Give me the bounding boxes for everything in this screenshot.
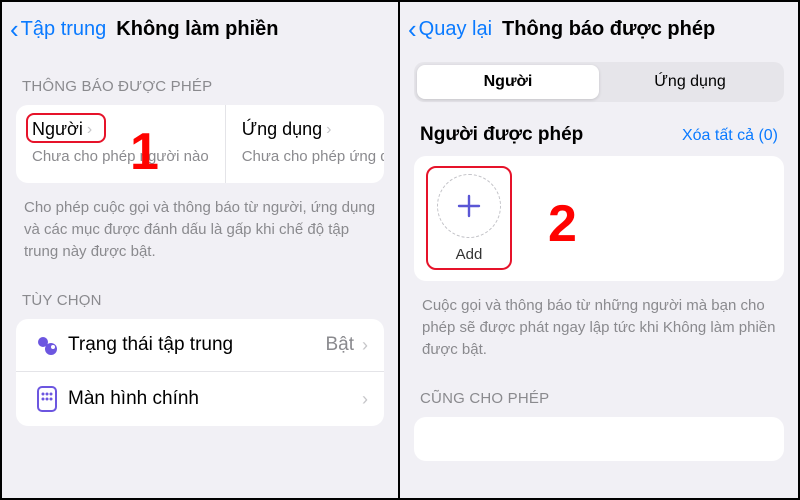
clear-all-button[interactable]: Xóa tất cả (0)	[682, 127, 778, 145]
segment-apps[interactable]: Ứng dụng	[599, 65, 781, 99]
apps-cell[interactable]: Ứng dụng › Chưa cho phép ứng dụn...	[225, 105, 384, 183]
chevron-left-icon: ‹	[408, 16, 417, 42]
back-label: Tập trung	[21, 18, 107, 41]
focus-status-value: Bật	[325, 334, 354, 356]
allowed-footnote: Cho phép cuộc gọi và thông báo từ người,…	[2, 183, 398, 270]
focus-status-label: Trạng thái tập trung	[68, 334, 325, 356]
home-screen-row[interactable]: Màn hình chính ›	[16, 372, 384, 426]
options-list: Trạng thái tập trung Bật › Màn hình chín…	[16, 319, 384, 426]
section-allowed-label: THÔNG BÁO ĐƯỢC PHÉP	[2, 56, 398, 105]
page-title: Không làm phiền	[116, 18, 278, 41]
section-also-label: CŨNG CHO PHÉP	[400, 368, 798, 417]
chevron-right-icon: ›	[326, 121, 331, 139]
right-footnote: Cuộc gọi và thông báo từ những người mà …	[400, 281, 798, 368]
segment-people[interactable]: Người	[417, 65, 599, 99]
people-sub: Chưa cho phép người nào	[32, 148, 209, 165]
plus-icon	[437, 174, 501, 238]
people-label: Người	[32, 119, 83, 140]
chevron-right-icon: ›	[87, 121, 92, 139]
nav-bar: ‹ Tập trung Không làm phiền	[2, 2, 398, 56]
back-button[interactable]: ‹ Tập trung	[10, 16, 106, 42]
focus-status-icon	[32, 333, 62, 357]
home-screen-icon	[32, 386, 62, 412]
also-allow-list	[414, 417, 784, 461]
left-pane: ‹ Tập trung Không làm phiền THÔNG BÁO ĐƯ…	[2, 2, 400, 498]
nav-bar: ‹ Quay lại Thông báo được phép	[400, 2, 798, 56]
add-label: Add	[456, 246, 483, 263]
apps-label: Ứng dụng	[242, 119, 322, 140]
allowed-people-label: Người được phép	[420, 124, 583, 146]
focus-status-row[interactable]: Trạng thái tập trung Bật ›	[16, 319, 384, 372]
chevron-right-icon: ›	[362, 335, 368, 356]
add-person-button[interactable]: Add	[432, 174, 506, 263]
apps-sub: Chưa cho phép ứng dụn...	[242, 148, 384, 165]
allowed-notifications-card: Người › Chưa cho phép người nào Ứng dụng…	[16, 105, 384, 183]
section-options-label: TÙY CHỌN	[2, 270, 398, 319]
people-cell[interactable]: Người › Chưa cho phép người nào	[16, 105, 225, 183]
right-pane: ‹ Quay lại Thông báo được phép Người Ứng…	[400, 2, 798, 498]
home-screen-label: Màn hình chính	[68, 388, 362, 410]
segmented-control: Người Ứng dụng	[400, 62, 798, 102]
back-button[interactable]: ‹ Quay lại	[408, 16, 492, 42]
chevron-left-icon: ‹	[10, 16, 19, 42]
back-label: Quay lại	[419, 18, 492, 41]
page-title: Thông báo được phép	[502, 18, 715, 41]
chevron-right-icon: ›	[362, 389, 368, 410]
allowed-people-header: Người được phép Xóa tất cả (0)	[400, 102, 798, 156]
allowed-people-card: Add	[414, 156, 784, 281]
